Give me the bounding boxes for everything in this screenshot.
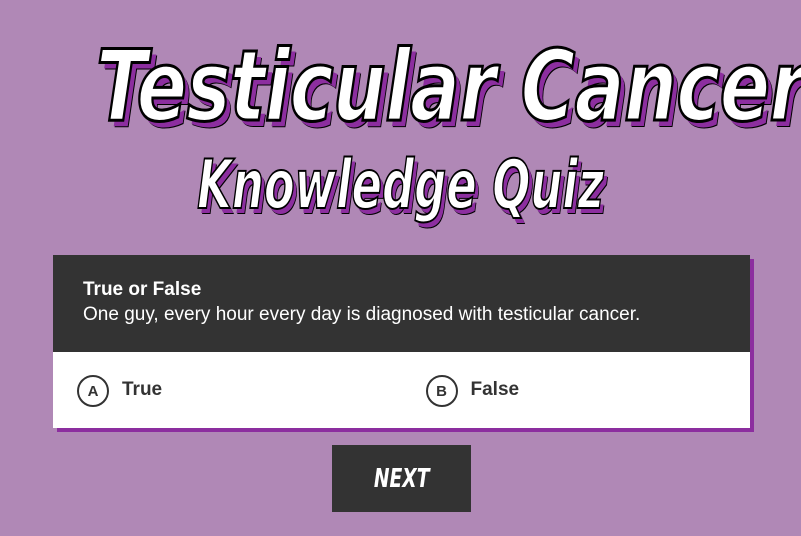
answer-option-a[interactable]: A True bbox=[53, 352, 402, 428]
question-type: True or False bbox=[83, 279, 202, 300]
answer-letter-badge: B bbox=[425, 375, 458, 407]
quiz-title-line-2: Knowledge Quiz bbox=[196, 145, 604, 226]
quiz-title-line-1: Testicular Cancer bbox=[95, 29, 801, 146]
answer-label: True bbox=[122, 379, 163, 400]
next-button-label: NEXT bbox=[373, 463, 430, 494]
answer-letter-badge: A bbox=[77, 375, 109, 407]
question-card: True or False One guy, every hour every … bbox=[53, 255, 750, 428]
question-text: One guy, every hour every day is diagnos… bbox=[83, 304, 641, 325]
answer-option-b[interactable]: B False bbox=[402, 352, 751, 428]
question-header: True or False One guy, every hour every … bbox=[53, 255, 750, 352]
answer-options: A True B False bbox=[53, 352, 750, 428]
next-button[interactable]: NEXT bbox=[332, 445, 471, 512]
answer-label: False bbox=[470, 379, 520, 400]
